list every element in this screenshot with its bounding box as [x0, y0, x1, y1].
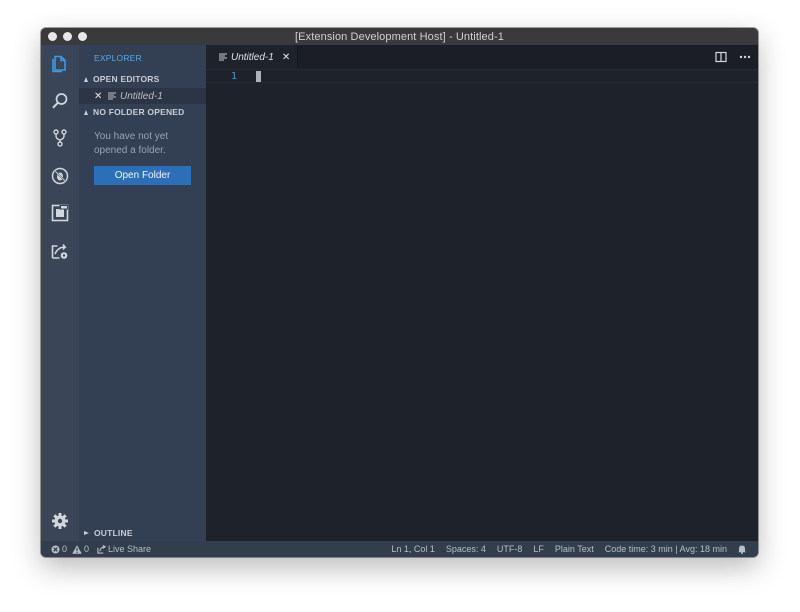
line-number: 1: [231, 71, 238, 82]
warning-icon: [72, 544, 82, 554]
close-tab-icon[interactable]: ✕: [282, 52, 290, 63]
live-share-label: Live Share: [108, 544, 152, 554]
minimize-window-button[interactable]: [63, 32, 72, 41]
status-bar: 0 0 Live Share Ln 1, Col 1 Spaces: 4 UTF…: [41, 541, 758, 557]
warning-count: 0: [84, 544, 90, 554]
debug-icon[interactable]: [50, 166, 70, 186]
outline-header[interactable]: OUTLINE: [84, 528, 133, 538]
eol-status[interactable]: LF: [533, 544, 544, 554]
window-title: [Extension Development Host] - Untitled-…: [295, 30, 504, 43]
indentation-status[interactable]: Spaces: 4: [446, 544, 486, 554]
text-file-icon: [108, 92, 116, 100]
editor-area: Untitled-1 ✕ 1: [206, 45, 758, 541]
tab-untitled-1[interactable]: Untitled-1 ✕: [206, 45, 298, 69]
files-icon[interactable]: [50, 54, 70, 74]
extensions-icon[interactable]: [50, 203, 70, 223]
editor-current-line[interactable]: 1: [206, 69, 758, 83]
source-control-icon[interactable]: [50, 128, 70, 148]
problems-indicator[interactable]: 0 0: [51, 544, 89, 554]
bell-icon[interactable]: [737, 544, 747, 554]
editor-tab-bar: Untitled-1 ✕: [206, 45, 758, 69]
gear-icon[interactable]: [50, 511, 70, 531]
explorer-sidebar: EXPLORER OPEN EDITORS ✕ Untitled-1 NO FO…: [79, 45, 206, 541]
open-editor-label: Untitled-1: [120, 90, 163, 102]
split-editor-icon[interactable]: [715, 51, 727, 63]
no-folder-message: You have not yet opened a folder.: [94, 131, 169, 156]
error-icon: [51, 544, 60, 554]
open-editor-item[interactable]: ✕ Untitled-1: [79, 88, 206, 104]
chevron-down-icon: [84, 109, 88, 115]
text-cursor: [256, 71, 261, 82]
live-share-status[interactable]: Live Share: [97, 544, 151, 554]
language-mode[interactable]: Plain Text: [555, 544, 594, 554]
code-time-status[interactable]: Code time: 3 min | Avg: 18 min: [605, 544, 727, 554]
open-folder-button[interactable]: Open Folder: [94, 166, 191, 185]
error-count: 0: [62, 544, 68, 554]
chevron-down-icon: [84, 76, 88, 82]
tab-label: Untitled-1: [231, 51, 274, 63]
text-file-icon: [219, 53, 227, 61]
share-arrow-icon: [97, 544, 107, 554]
app-window: [Extension Development Host] - Untitled-…: [41, 28, 758, 557]
cursor-position[interactable]: Ln 1, Col 1: [391, 544, 435, 554]
activity-bar: [41, 45, 79, 541]
window-controls: [48, 32, 87, 41]
close-editor-icon[interactable]: ✕: [94, 91, 104, 102]
encoding-status[interactable]: UTF-8: [497, 544, 523, 554]
chevron-right-icon: [84, 531, 89, 535]
close-window-button[interactable]: [48, 32, 57, 41]
no-folder-header[interactable]: NO FOLDER OPENED: [84, 107, 185, 117]
title-bar: [Extension Development Host] - Untitled-…: [41, 28, 758, 45]
live-share-icon[interactable]: [50, 241, 70, 261]
more-actions-icon[interactable]: [739, 51, 751, 63]
open-editors-header[interactable]: OPEN EDITORS: [84, 74, 159, 84]
search-icon[interactable]: [50, 91, 70, 111]
sidebar-title: EXPLORER: [94, 53, 142, 63]
maximize-window-button[interactable]: [78, 32, 87, 41]
